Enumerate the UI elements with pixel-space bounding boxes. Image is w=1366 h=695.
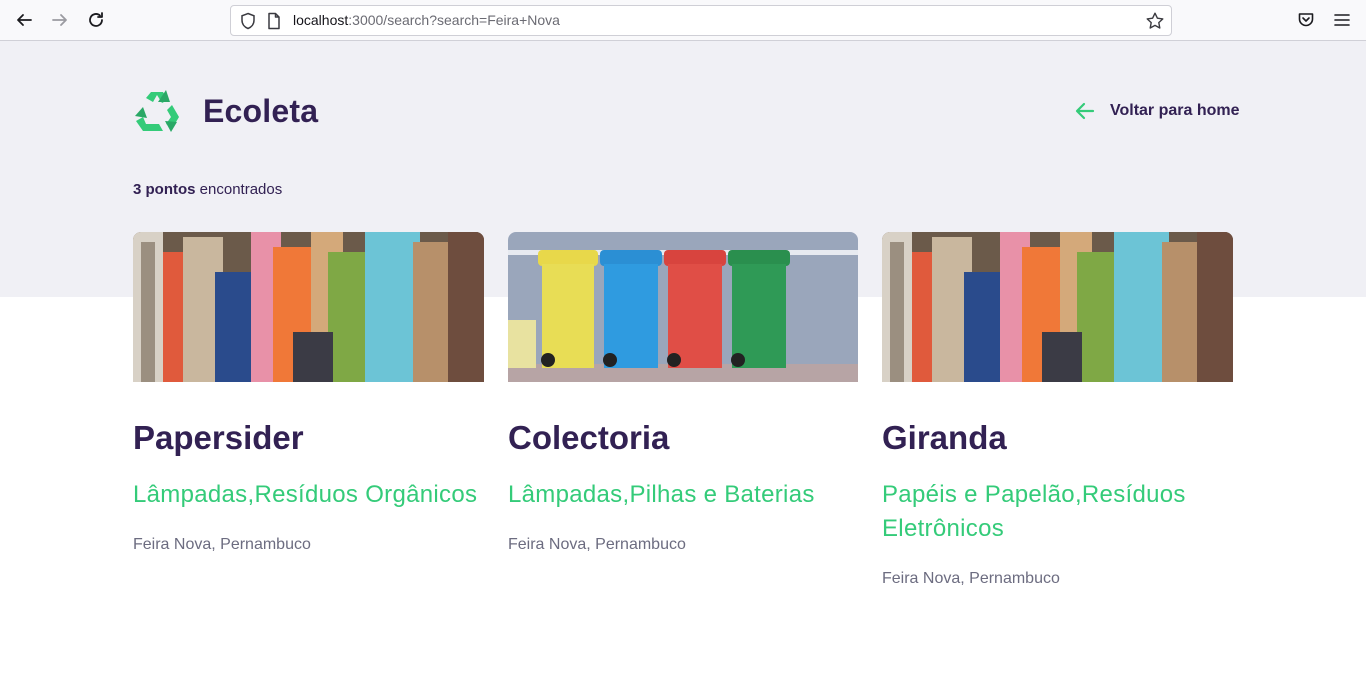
url-host: localhost [293,12,349,28]
card-location: Feira Nova, Pernambuco [508,536,686,554]
forward-arrow-icon[interactable] [48,8,72,32]
url-text[interactable]: localhost:3000/search?search=Feira+Nova [293,12,560,28]
card-location: Feira Nova, Pernambuco [133,536,311,554]
results-count-number: 3 pontos [133,181,196,198]
card-name: Colectoria [508,419,670,456]
page-icon [268,12,280,30]
card-image-paper-waste [133,232,484,382]
results-count-suffix: encontrados [195,181,283,198]
hamburger-menu-icon[interactable] [1332,10,1352,30]
browser-toolbar: localhost:3000/search?search=Feira+Nova [0,0,1366,41]
pocket-icon[interactable] [1296,10,1316,30]
card-items: Papéis e Papelão,Resíduos Eletrônicos [882,481,1186,543]
recycle-icon [135,90,179,132]
card-items: Lâmpadas,Pilhas e Baterias [508,481,815,509]
url-bar[interactable]: localhost:3000/search?search=Feira+Nova [230,5,1172,36]
point-card[interactable]: Giranda Papéis e Papelão,Resíduos Eletrô… [882,232,1233,588]
logo-text: Ecoleta [203,92,319,129]
logo[interactable]: Ecoleta [133,88,318,134]
card-name: Papersider [133,419,304,456]
card-location: Feira Nova, Pernambuco [882,570,1060,588]
arrow-left-icon [1075,102,1095,120]
shield-icon[interactable] [239,12,257,30]
back-home-link[interactable]: Voltar para home [1074,100,1240,122]
back-arrow-icon[interactable] [12,8,36,32]
card-items: Lâmpadas,Resíduos Orgânicos [133,481,478,509]
bookmark-star-icon[interactable] [1145,11,1165,31]
card-image-recycling-bins [508,232,858,382]
results-count: 3 pontos encontrados [133,181,282,198]
card-name: Giranda [882,419,1007,456]
card-image-paper-waste [882,232,1233,382]
reload-icon[interactable] [84,8,108,32]
back-home-label: Voltar para home [1110,102,1240,119]
point-card[interactable]: Colectoria Lâmpadas,Pilhas e Baterias Fe… [508,232,858,554]
results-list: Papersider Lâmpadas,Resíduos Orgânicos F… [133,232,1233,672]
url-path: :3000/search?search=Feira+Nova [348,12,560,28]
point-card[interactable]: Papersider Lâmpadas,Resíduos Orgânicos F… [133,232,484,554]
